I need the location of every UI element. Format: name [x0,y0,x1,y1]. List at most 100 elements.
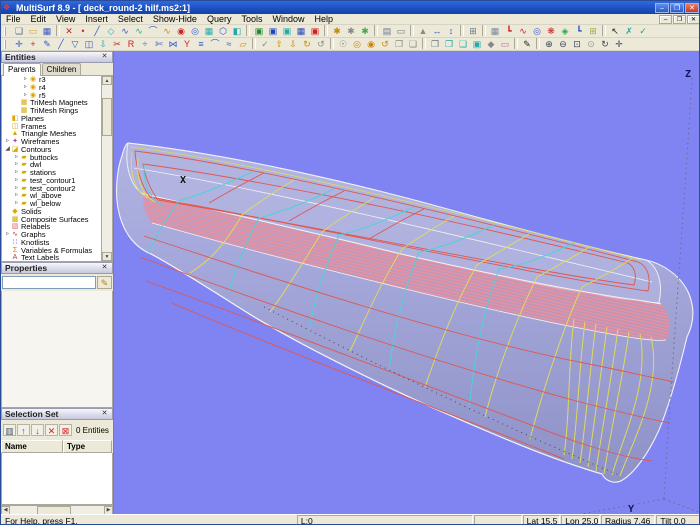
copy-icon[interactable]: ❐ [428,38,442,50]
expand-icon[interactable]: ▹ [13,154,20,162]
display-screen-icon[interactable]: ▭ [394,25,408,37]
minimize-button[interactable]: – [655,2,669,13]
zoom-previous-icon[interactable]: ⊙ [584,38,598,50]
fillet-icon[interactable]: ⌒ [208,38,222,50]
ring-icon[interactable]: ◎ [188,25,202,37]
open-icon[interactable]: ▭ [26,25,40,37]
expand-icon[interactable]: ▹ [13,161,20,169]
entities-close-icon[interactable]: ✕ [100,53,109,61]
columns-icon[interactable]: ▥ [3,424,16,436]
column-type[interactable]: Type [63,440,112,453]
tangent-icon[interactable]: ╱ [54,38,68,50]
maximize-button[interactable]: ❐ [670,2,684,13]
toggle-curves-icon[interactable]: ∿ [516,25,530,37]
expand-icon[interactable]: ▹ [22,92,29,100]
blend-icon[interactable]: ≈ [222,38,236,50]
remove-all-icon[interactable]: ⊠ [59,424,72,436]
tree-item-composite-surfaces[interactable]: ▩ Composite Surfaces [2,215,103,224]
copy-note-b-icon[interactable]: ❏ [406,38,420,50]
menu-edit[interactable]: Edit [26,14,52,25]
tree-item-wl-below[interactable]: ▹ ▰ wl_below [2,200,103,208]
expand-icon[interactable]: ▹ [13,169,20,177]
new-icon[interactable]: ❏ [12,25,26,37]
tree-item-r3[interactable]: ▹ ◉ r3 [2,76,103,84]
tree-item-graphs[interactable]: ▹ ∿ Graphs [2,231,103,239]
zoom-in-icon[interactable]: ⊕ [542,38,556,50]
expand-icon[interactable]: ▹ [13,177,20,185]
plane-icon[interactable]: ◧ [230,25,244,37]
tree-item-buttocks[interactable]: ▹ ▰ buttocks [2,153,103,162]
move-down-icon[interactable]: ↓ [31,424,44,436]
shaded-view-icon[interactable]: ▣ [266,25,280,37]
perspective-view-icon[interactable]: ▣ [308,25,322,37]
title-bar[interactable]: ❖ MultiSurf 8.9 - [ deck_round-2 hilf.ms… [1,1,699,14]
bcurve-icon[interactable]: ∿ [118,25,132,37]
properties-field[interactable] [2,276,96,289]
move-point-icon[interactable]: + [26,38,40,50]
tree-item-text-labels[interactable]: A Text Labels [2,254,103,261]
menu-tools[interactable]: Tools [236,14,267,25]
refresh-icon[interactable]: ↺ [314,38,328,50]
tree-item-relabels[interactable]: ▧ Relabels [2,223,103,231]
remove-icon[interactable]: ✕ [45,424,58,436]
sketch-icon[interactable]: ✎ [520,38,534,50]
toggle-tables-icon[interactable]: ⊞ [586,25,600,37]
scroll-up-icon[interactable]: ▲ [102,76,112,85]
menu-show-hide[interactable]: Show-Hide [148,14,202,25]
stretch-v-icon[interactable]: ↕ [444,25,458,37]
develop-icon[interactable]: ▱ [236,38,250,50]
locate-icon[interactable]: ◎ [350,38,364,50]
ccurve-icon[interactable]: ∿ [132,25,146,37]
parents-icon[interactable]: ⇧ [272,38,286,50]
tile-windows-icon[interactable]: ⊞ [466,25,480,37]
arc-icon[interactable]: ⌒ [146,25,160,37]
toggle-snakes-icon[interactable]: ◎ [530,25,544,37]
menu-file[interactable]: File [1,14,26,25]
duplicate-icon[interactable]: ❏ [456,38,470,50]
toggle-magnets-icon[interactable]: ❋ [544,25,558,37]
zoom-out-icon[interactable]: ⊖ [556,38,570,50]
expand-icon[interactable]: ▹ [13,192,20,200]
update-icon[interactable]: ↻ [300,38,314,50]
sync-icon[interactable]: ↺ [378,38,392,50]
comment-icon[interactable]: ▭ [498,38,512,50]
paste-icon[interactable]: ❐ [442,38,456,50]
column-name[interactable]: Name [1,440,63,453]
show-all-icon[interactable]: ✱ [344,25,358,37]
save-icon[interactable]: ▦ [40,25,54,37]
mdi-close-button[interactable]: ✕ [687,14,699,24]
tree-item-planes[interactable]: ◧ Planes [2,114,103,123]
edit-points-icon[interactable]: ✎ [40,38,54,50]
expand-icon[interactable]: ▹ [13,185,20,193]
stretch-h-icon[interactable]: ↔ [430,25,444,37]
intersect-icon[interactable]: ✂ [110,38,124,50]
four-view-icon[interactable]: ▦ [294,25,308,37]
drag-icon[interactable]: ✛ [12,38,26,50]
selection-list[interactable] [1,453,113,505]
selection-close-icon[interactable]: ✕ [100,410,109,418]
rotate-view-icon[interactable]: ↻ [598,38,612,50]
mdi-minimize-button[interactable]: – [659,14,672,24]
close-button[interactable]: ✕ [685,2,699,13]
trim-icon[interactable]: ✄ [152,38,166,50]
hydrostatics-icon[interactable]: ▲ [416,25,430,37]
menu-select[interactable]: Select [113,14,148,25]
collapse-icon[interactable]: ◢ [4,146,11,154]
menu-insert[interactable]: Insert [80,14,113,25]
select-visible-icon[interactable]: ✓ [636,25,650,37]
mdi-restore-button[interactable]: ❐ [673,14,686,24]
offset-icon[interactable]: ≡ [194,38,208,50]
notebook-icon[interactable]: ▤ [380,25,394,37]
expand-icon[interactable]: ▹ [13,200,20,208]
toggle-surfaces-icon[interactable]: ◈ [558,25,572,37]
toggle-grid-icon[interactable]: ▦ [488,25,502,37]
menu-window[interactable]: Window [267,14,309,25]
scroll-thumb[interactable] [102,98,112,136]
hybrid-view-icon[interactable]: ▣ [280,25,294,37]
deselect-all-icon[interactable]: ✗ [622,25,636,37]
magnet-icon[interactable]: ◉ [174,25,188,37]
pan-icon[interactable]: ✛ [612,38,626,50]
expand-icon[interactable]: ▹ [4,138,11,146]
delete-icon[interactable]: ✕ [62,25,76,37]
menu-view[interactable]: View [51,14,80,25]
